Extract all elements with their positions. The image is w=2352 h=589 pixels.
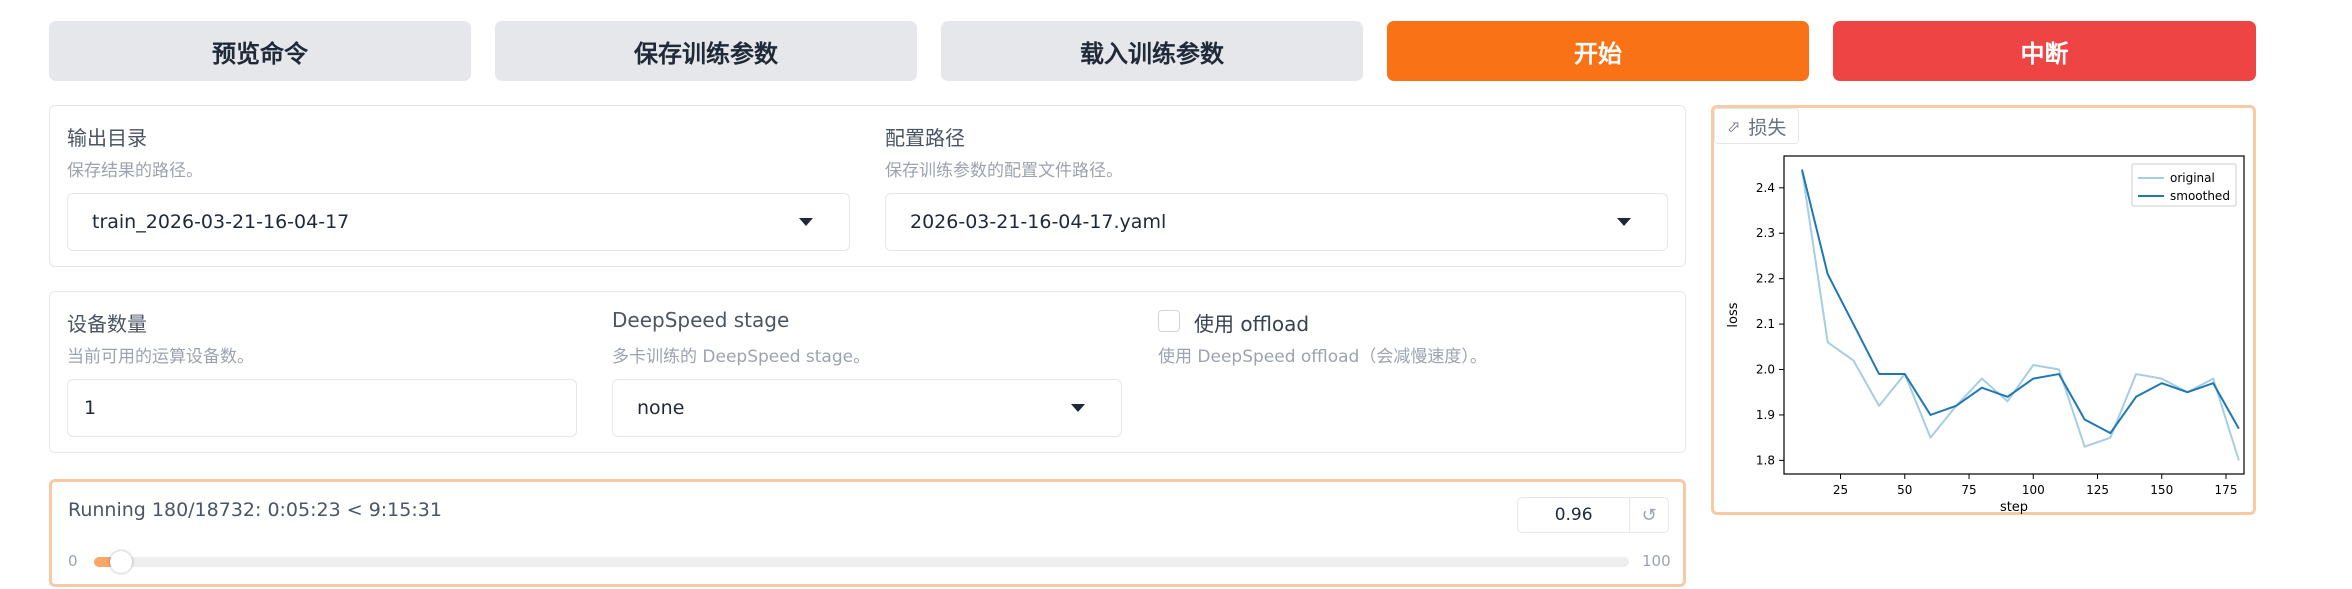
x-tick-label: 125: [2086, 483, 2109, 497]
save-args-button[interactable]: 保存训练参数: [495, 21, 917, 81]
y-tick-label: 2.0: [1756, 363, 1775, 377]
device-count-info: 当前可用的运算设备数。: [67, 347, 254, 367]
y-tick-label: 2.4: [1756, 181, 1775, 195]
ds-offload-checkbox[interactable]: [1158, 310, 1180, 332]
x-axis-label: step: [2000, 500, 2028, 515]
config-path-label: 配置路径: [885, 126, 965, 150]
output-dir-label: 输出目录: [67, 126, 147, 150]
save-args-label: 保存训练参数: [634, 39, 778, 68]
load-args-label: 载入训练参数: [1080, 39, 1224, 68]
abort-button[interactable]: 中断: [1833, 21, 2256, 81]
output-dir-dropdown[interactable]: train_2026-03-21-16-04-17: [67, 193, 850, 251]
device-config-panel: 设备数量 当前可用的运算设备数。 1 DeepSpeed stage 多卡训练的…: [49, 291, 1686, 453]
preview-command-label: 预览命令: [212, 39, 308, 68]
loss-plot-panel: ⬀ 损失 25 50 75 100 125 150 175 1.8 1.9 2.0 2.1 2.2 2.…: [1711, 105, 2256, 515]
config-path-dropdown[interactable]: 2026-03-21-16-04-17.yaml: [885, 193, 1668, 251]
start-button[interactable]: 开始: [1387, 21, 1809, 81]
preview-command-button[interactable]: 预览命令: [49, 21, 471, 81]
progress-panel: Running 180/18732: 0:05:23 < 9:15:31 0.9…: [49, 479, 1686, 587]
loss-chart: 25 50 75 100 125 150 175 1.8 1.9 2.0 2.1 2.2 2.3 2.4 s…: [1726, 155, 2245, 515]
progress-slider-thumb[interactable]: [109, 551, 132, 573]
config-path-value: 2026-03-21-16-04-17.yaml: [910, 211, 1167, 233]
y-tick-label: 1.8: [1756, 453, 1775, 467]
device-count-input[interactable]: 1: [67, 379, 577, 437]
output-dir-info: 保存结果的路径。: [67, 161, 203, 181]
reset-icon[interactable]: ↺: [1629, 498, 1668, 532]
device-count-value: 1: [84, 397, 97, 419]
legend-label-smoothed: smoothed: [2170, 189, 2230, 203]
ds-stage-value: none: [637, 397, 685, 419]
ds-stage-info: 多卡训练的 DeepSpeed stage。: [612, 347, 871, 367]
progress-number-box: 0.96 ↺: [1517, 497, 1669, 533]
x-tick-label: 100: [2022, 483, 2045, 497]
y-tick-label: 2.1: [1756, 317, 1775, 331]
x-tick-label: 150: [2150, 483, 2173, 497]
ds-stage-label: DeepSpeed stage: [612, 308, 790, 332]
y-tick-label: 2.2: [1756, 272, 1775, 286]
config-path-info: 保存训练参数的配置文件路径。: [885, 161, 1123, 181]
chevron-down-icon: [1617, 218, 1631, 226]
progress-status: Running 180/18732: 0:05:23 < 9:15:31: [68, 499, 442, 521]
x-tick-label: 75: [1961, 483, 1976, 497]
progress-number-input[interactable]: 0.96: [1518, 498, 1629, 532]
load-args-button[interactable]: 载入训练参数: [941, 21, 1363, 81]
chevron-down-icon: [1071, 404, 1085, 412]
ds-stage-dropdown[interactable]: none: [612, 379, 1122, 437]
y-axis-label: loss: [1726, 302, 1741, 327]
x-tick-label: 50: [1897, 483, 1912, 497]
legend-label-original: original: [2170, 171, 2215, 185]
abort-label: 中断: [2020, 39, 2069, 68]
slider-max-label: 100: [1642, 552, 1671, 570]
chevron-down-icon: [799, 218, 813, 226]
x-tick-label: 25: [1833, 483, 1848, 497]
output-dir-value: train_2026-03-21-16-04-17: [92, 211, 350, 233]
y-tick-label: 1.9: [1756, 408, 1775, 422]
start-label: 开始: [1574, 39, 1622, 68]
x-tick-label: 175: [2215, 483, 2238, 497]
y-tick-label: 2.3: [1756, 226, 1775, 240]
slider-min-label: 0: [68, 552, 78, 570]
ds-offload-info: 使用 DeepSpeed offload（会减慢速度）。: [1158, 347, 1487, 367]
ds-offload-label[interactable]: 使用 offload: [1194, 308, 1309, 337]
output-config-panel: 输出目录 保存结果的路径。 train_2026-03-21-16-04-17 …: [49, 105, 1686, 267]
progress-slider-track[interactable]: [94, 551, 1629, 573]
device-count-label: 设备数量: [67, 312, 147, 336]
